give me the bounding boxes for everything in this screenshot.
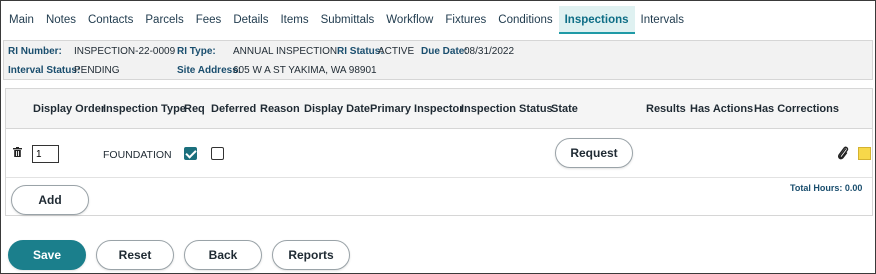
col-req[interactable]: Req (184, 103, 205, 115)
save-button[interactable]: Save (8, 240, 86, 270)
col-has-corrections[interactable]: Has Corrections (754, 103, 839, 115)
site-address-value: 605 W A ST YAKIMA, WA 98901 (233, 65, 377, 76)
display-order-input[interactable] (32, 145, 59, 163)
trash-icon[interactable] (13, 147, 22, 157)
col-inspection-type[interactable]: Inspection Type (103, 103, 186, 115)
record-info-bar: RI Number: INSPECTION-22-0009 RI Type: A… (3, 40, 873, 80)
ri-type-value: ANNUAL INSPECTION (233, 46, 338, 57)
table-row: FOUNDATION Request (6, 129, 872, 178)
col-display-date[interactable]: Display Date (304, 103, 370, 115)
ri-status-label: RI Status: (337, 46, 384, 57)
paperclip-icon[interactable] (837, 145, 849, 161)
tab-main[interactable]: Main (3, 6, 40, 34)
site-address-label: Site Address: (177, 65, 242, 76)
tab-submittals[interactable]: Submittals (315, 6, 381, 34)
tab-items[interactable]: Items (274, 6, 314, 34)
total-hours: Total Hours: 0.00 (790, 183, 863, 193)
add-button[interactable]: Add (11, 185, 89, 215)
req-checkbox[interactable] (184, 147, 197, 160)
tab-workflow[interactable]: Workflow (380, 6, 439, 34)
ri-status-value: ACTIVE (378, 46, 415, 57)
tab-bar: Main Notes Contacts Parcels Fees Details… (0, 5, 876, 35)
request-button[interactable]: Request (555, 138, 633, 168)
reports-button[interactable]: Reports (272, 240, 350, 270)
tab-conditions[interactable]: Conditions (492, 6, 558, 34)
ri-number-label: RI Number: (8, 46, 62, 57)
ri-number-value: INSPECTION-22-0009 (74, 46, 176, 57)
due-date-label: Due Date: (421, 46, 468, 57)
col-deferred[interactable]: Deferred (211, 103, 256, 115)
back-button[interactable]: Back (184, 240, 262, 270)
tab-contacts[interactable]: Contacts (82, 6, 139, 34)
interval-status-value: PENDING (74, 65, 120, 76)
inspections-grid: Display Order Inspection Type Req Deferr… (5, 88, 873, 216)
deferred-checkbox[interactable] (211, 147, 224, 160)
col-primary-inspector[interactable]: Primary Inspector (370, 103, 464, 115)
note-icon[interactable] (858, 147, 871, 160)
col-has-actions[interactable]: Has Actions (690, 103, 753, 115)
reset-button[interactable]: Reset (96, 240, 174, 270)
ri-type-label: RI Type: (177, 46, 216, 57)
col-reason[interactable]: Reason (260, 103, 300, 115)
grid-header: Display Order Inspection Type Req Deferr… (6, 89, 872, 129)
due-date-value: 08/31/2022 (464, 46, 515, 57)
col-inspection-status[interactable]: Inspection Status (461, 103, 553, 115)
col-results[interactable]: Results (646, 103, 686, 115)
tab-notes[interactable]: Notes (40, 6, 82, 34)
col-state[interactable]: State (551, 103, 578, 115)
tab-details[interactable]: Details (227, 6, 274, 34)
col-display-order[interactable]: Display Order (33, 103, 105, 115)
tab-fixtures[interactable]: Fixtures (439, 6, 492, 34)
tab-inspections[interactable]: Inspections (558, 6, 635, 34)
tab-intervals[interactable]: Intervals (635, 6, 690, 34)
interval-status-label: Interval Status: (8, 65, 81, 76)
tab-fees[interactable]: Fees (190, 6, 228, 34)
tab-parcels[interactable]: Parcels (139, 6, 189, 34)
inspection-type-cell: FOUNDATION (103, 149, 172, 161)
